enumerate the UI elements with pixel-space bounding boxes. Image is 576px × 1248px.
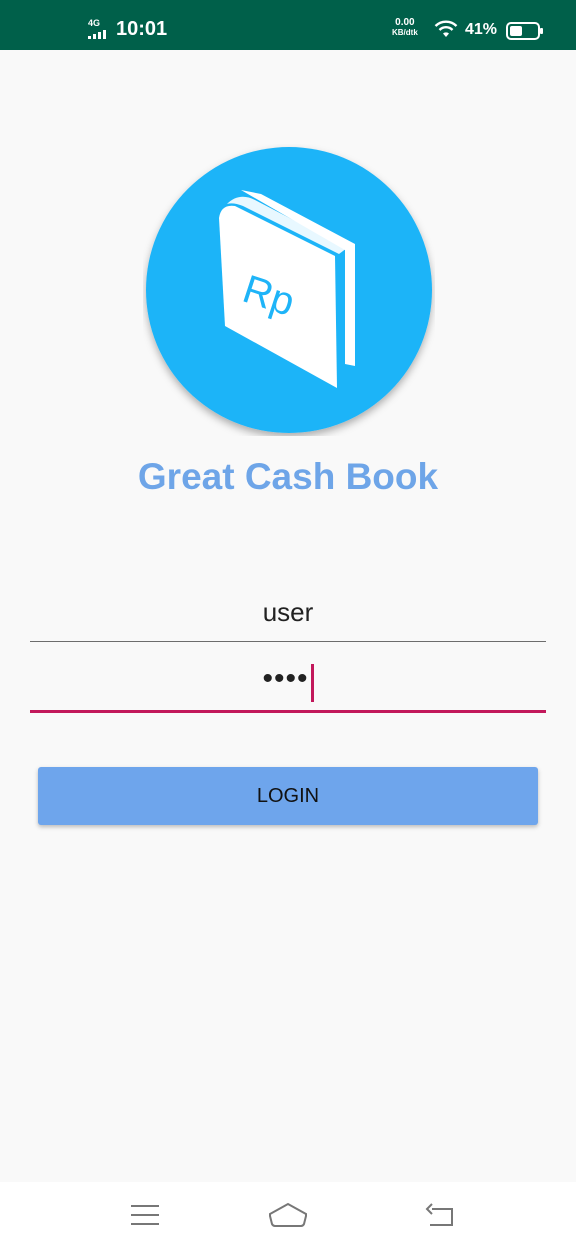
- status-bar: 4G 10:01 0.00 KB/dtk 41%: [0, 0, 576, 50]
- clock: 10:01: [116, 18, 168, 40]
- network-type: 4G: [88, 18, 101, 28]
- wifi-icon: [434, 20, 458, 37]
- home-icon[interactable]: [268, 1202, 308, 1228]
- battery-icon: [506, 22, 543, 40]
- navigation-bar: [0, 1182, 576, 1248]
- signal-icon: [88, 30, 106, 39]
- network-speed: 0.00 KB/dtk: [392, 18, 418, 38]
- app-title: Great Cash Book: [137, 456, 439, 497]
- login-label: LOGIN: [256, 784, 320, 807]
- speed-value: 0.00: [395, 17, 415, 28]
- app-logo-icon: Rp: [146, 147, 432, 433]
- password-field[interactable]: ••••: [30, 662, 546, 713]
- username-value: user: [262, 597, 314, 627]
- password-value: ••••: [262, 662, 309, 695]
- username-field[interactable]: user: [30, 597, 546, 642]
- text-cursor: [310, 664, 314, 703]
- battery-percent: 41%: [465, 21, 498, 38]
- menu-icon[interactable]: [130, 1202, 160, 1228]
- speed-unit: KB/dtk: [392, 28, 418, 37]
- login-button[interactable]: LOGIN: [38, 767, 538, 825]
- back-icon[interactable]: [424, 1202, 456, 1228]
